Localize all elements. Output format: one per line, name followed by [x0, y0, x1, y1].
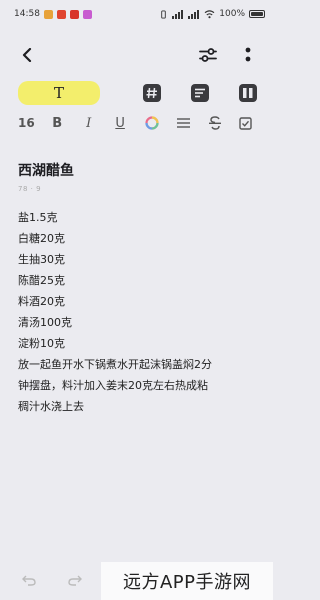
checkbox-icon — [239, 116, 253, 130]
note-line: 钟摆盘，料汁加入姜末20克左右热成粘 — [18, 379, 208, 392]
note-line: 料酒20克 — [18, 295, 65, 308]
notification-app-icon — [56, 9, 66, 19]
note-line: 稠汁水浇上去 — [18, 400, 84, 413]
note-line: 清汤100克 — [18, 316, 72, 329]
note-timestamp: 78 · 9 — [18, 185, 42, 193]
note-body[interactable]: 盐1.5克 白糖20克 生抽30克 陈醋25克 料酒20克 清汤100克 淀粉1… — [18, 207, 263, 417]
watermark: 远方APP手游网 — [101, 562, 273, 600]
sliders-icon — [199, 48, 217, 62]
text-style-button[interactable]: T — [18, 81, 100, 105]
list-doc-icon — [191, 84, 209, 102]
status-left: 14:58 — [14, 9, 92, 19]
note-line: 生抽30克 — [18, 253, 65, 266]
text-color-button[interactable] — [143, 114, 161, 132]
signal-icon — [172, 9, 184, 19]
italic-button[interactable]: I — [80, 114, 98, 132]
align-icon — [176, 118, 190, 128]
checklist-button[interactable] — [237, 114, 255, 132]
back-button[interactable] — [16, 44, 38, 66]
top-actions — [197, 44, 259, 66]
notification-app-icon — [82, 9, 92, 19]
more-button[interactable] — [237, 44, 259, 66]
layout-button[interactable] — [237, 82, 259, 104]
more-vertical-icon — [245, 47, 251, 62]
undo-button[interactable] — [18, 569, 40, 591]
bold-button[interactable]: B — [48, 114, 66, 132]
signal-icon — [188, 9, 200, 19]
align-button[interactable] — [174, 114, 192, 132]
font-size-button[interactable]: 16 — [18, 116, 35, 130]
note-line: 陈醋25克 — [18, 274, 65, 287]
note-line: 白糖20克 — [18, 232, 65, 245]
battery-icon — [249, 10, 265, 18]
adjust-button[interactable] — [197, 44, 219, 66]
notification-app-icon — [69, 9, 79, 19]
battery-percent: 100% — [219, 9, 245, 19]
note-line: 淀粉10克 — [18, 337, 65, 350]
hash-icon — [143, 84, 161, 102]
note-title[interactable]: 西湖醋鱼 — [18, 160, 263, 182]
color-wheel-icon — [144, 116, 159, 130]
note-content[interactable]: 西湖醋鱼 78 · 9 盐1.5克 白糖20克 生抽30克 陈醋25克 料酒20… — [18, 160, 263, 417]
list-style-button[interactable] — [189, 82, 211, 104]
format-toolbar-group — [141, 82, 259, 104]
redo-button[interactable] — [64, 569, 86, 591]
status-time: 14:58 — [14, 9, 40, 19]
format-toolbar: T — [0, 80, 273, 106]
vibrate-icon — [161, 9, 167, 19]
strikethrough-icon — [208, 116, 221, 130]
status-right: 100% — [159, 9, 265, 19]
note-line: 盐1.5克 — [18, 211, 58, 224]
strikethrough-button[interactable] — [206, 114, 224, 132]
underline-button[interactable]: U — [111, 114, 129, 132]
notification-app-icon — [43, 9, 53, 19]
note-line: 放一起鱼开水下锅煮水开起沫锅盖焖2分 — [18, 358, 212, 371]
undo-icon — [22, 575, 36, 586]
status-bar: 14:58 100% — [0, 0, 273, 28]
columns-icon — [239, 84, 257, 102]
text-format-toolbar: 16 B I U — [0, 113, 273, 133]
back-arrow-icon — [22, 48, 32, 62]
redo-icon — [68, 575, 82, 586]
top-bar — [0, 40, 273, 70]
wifi-icon — [204, 9, 215, 18]
heading-button[interactable] — [141, 82, 163, 104]
